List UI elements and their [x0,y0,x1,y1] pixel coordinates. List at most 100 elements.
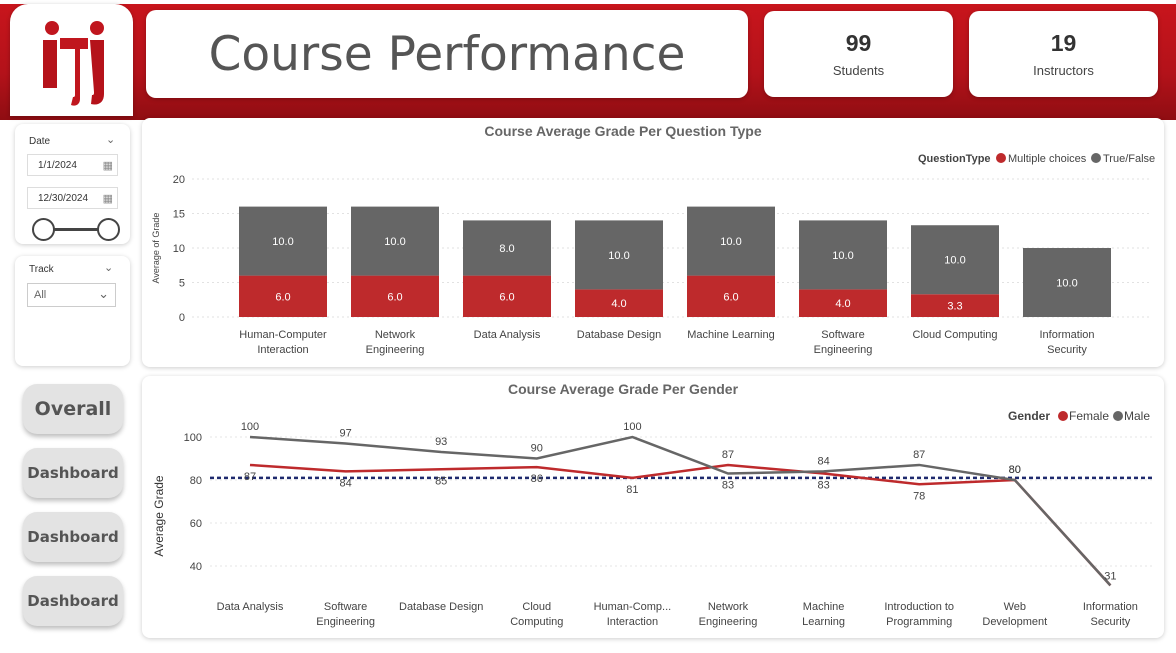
data-label: 87 [244,471,256,483]
calendar-icon[interactable]: ▦ [103,159,113,172]
x-tick-label: Network [375,329,416,341]
data-label: 10.0 [384,236,405,248]
y-tick-label: 60 [190,518,202,530]
data-label: 84 [339,477,351,489]
data-label: 86 [531,473,543,485]
date-slicer-label: Date [29,136,51,147]
data-label: 31 [1104,570,1116,582]
start-date-input[interactable]: 1/1/2024 ▦ [27,154,118,176]
y-tick-label: 80 [190,475,202,487]
chevron-down-icon: ⌄ [98,286,109,301]
x-tick-label: Machine [803,601,845,613]
end-date-input[interactable]: 12/30/2024 ▦ [27,187,118,209]
legend-title: QuestionType [918,153,991,165]
x-tick-label: Data Analysis [474,329,541,341]
title-card: Course Performance [146,10,748,98]
data-label: 6.0 [499,291,514,303]
data-label: 80 [1009,464,1021,476]
data-label: 90 [531,443,543,455]
y-tick-label: 10 [173,243,185,255]
gender-line-chart: Course Average Grade Per Gender Gender Fem… [152,381,1152,628]
y-tick-label: 15 [173,209,185,221]
x-tick-label: Database Design [399,601,483,613]
x-tick-label: Engineering [814,344,873,356]
data-label: 100 [241,421,259,433]
calendar-icon[interactable]: ▦ [103,192,113,205]
y-tick-label: 100 [184,432,202,444]
x-tick-label: Network [708,601,749,613]
x-tick-label: Programming [886,616,952,628]
series-line-male [249,435,1112,587]
data-label: 10.0 [608,250,629,262]
kpi-label: Students [832,63,885,78]
chart-title: Course Average Grade Per Question Type [484,123,761,139]
data-label: 87 [722,449,734,461]
y-tick-label: 20 [173,174,185,186]
x-tick-label: Development [982,616,1047,628]
nav-dashboard-button[interactable]: Dashboard [23,448,123,498]
track-dropdown[interactable]: All ⌄ [27,283,116,307]
kpi-students: 99 Students [764,11,953,97]
slider-start-handle[interactable] [32,218,55,241]
x-tick-label: Human-Comp... [594,601,672,613]
x-tick-label: Software [324,601,367,613]
data-label: 6.0 [387,291,402,303]
legend-marker [996,153,1006,163]
x-tick-label: Introduction to [884,601,954,613]
x-tick-label: Security [1047,344,1087,356]
y-tick-label: 40 [190,561,202,573]
data-label: 100 [623,421,641,433]
kpi-value: 99 [845,30,872,56]
data-label: 10.0 [944,255,965,267]
iti-logo-icon [43,21,104,106]
end-date-value: 12/30/2024 [38,192,89,204]
data-label: 4.0 [611,298,626,310]
data-label: 85 [435,475,447,487]
y-tick-label: 0 [179,312,185,324]
kpi-value: 19 [1050,30,1077,56]
data-label: 78 [913,490,925,502]
x-tick-label: Cloud Computing [913,329,998,341]
x-tick-label: Cloud [522,601,551,613]
kpi-label: Instructors [1033,63,1094,78]
slider-end-handle[interactable] [97,218,120,241]
data-label: 10.0 [272,236,293,248]
chevron-down-icon[interactable]: ⌄ [106,133,115,146]
data-label: 87 [913,449,925,461]
x-tick-label: Human-Computer [239,329,327,341]
legend-title: Gender [1008,409,1050,423]
data-label: 10.0 [720,236,741,248]
data-label: 10.0 [832,250,853,262]
question-type-chart-panel: Course Average Grade Per Question Type Qu… [142,118,1164,367]
chevron-down-icon[interactable]: ⌄ [104,261,113,274]
nav-dashboard-button[interactable]: Dashboard [23,512,123,562]
data-label: 10.0 [1056,278,1077,290]
x-tick-label: Interaction [257,344,308,356]
data-label: 4.0 [835,298,850,310]
y-axis-label: Average of Grade [151,213,161,284]
legend-label: True/False [1103,153,1155,165]
x-tick-label: Interaction [607,616,658,628]
x-tick-label: Engineering [316,616,375,628]
x-tick-label: Security [1091,616,1131,628]
x-tick-label: Engineering [699,616,758,628]
x-tick-label: Engineering [366,344,425,356]
data-label: 81 [626,484,638,496]
chart-title: Course Average Grade Per Gender [508,381,739,397]
x-tick-label: Information [1039,329,1094,341]
data-label: 93 [435,436,447,448]
data-label: 6.0 [275,291,290,303]
data-label: 3.3 [947,301,962,313]
legend-label: Female [1069,409,1109,423]
legend-label: Male [1124,409,1150,423]
gender-chart-panel: Course Average Grade Per Gender Gender Fem… [142,376,1164,638]
x-tick-label: Data Analysis [217,601,284,613]
legend-marker [1058,411,1068,421]
data-label: 97 [339,427,351,439]
legend-marker [1091,153,1101,163]
data-label: 8.0 [499,243,514,255]
nav-overall-button[interactable]: Overall [23,384,123,434]
x-tick-label: Database Design [577,329,661,341]
nav-dashboard-button[interactable]: Dashboard [23,576,123,626]
start-date-value: 1/1/2024 [38,159,77,171]
